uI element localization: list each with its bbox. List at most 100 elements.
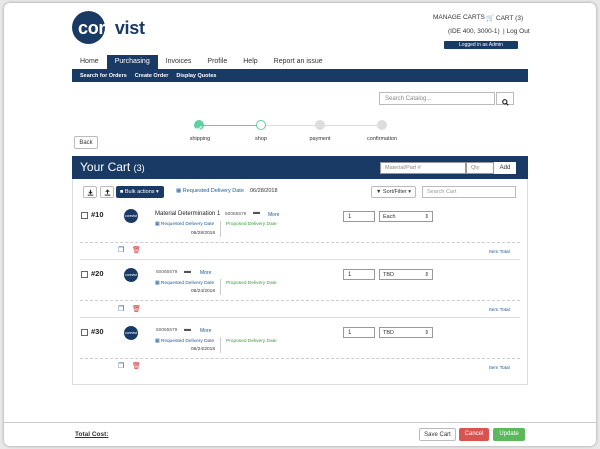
filter-icon: ▼: [375, 189, 383, 195]
back-button[interactable]: Back: [74, 136, 98, 149]
cart-icon: 🛒: [486, 15, 495, 22]
item-more-link[interactable]: More: [200, 328, 211, 334]
item-requested-date-link[interactable]: ▦ Requested Delivery Date: [155, 339, 214, 344]
user-info: (IDE 400, 3000-1): [448, 28, 500, 35]
item-more-link[interactable]: More: [268, 212, 279, 218]
item-requested-date: 06/28/2018: [191, 231, 216, 236]
item-quantity-input[interactable]: 1: [343, 269, 375, 280]
chevron-updown-icon: ⇕: [424, 272, 429, 278]
trash-icon[interactable]: 🗑: [132, 246, 141, 254]
product-image[interactable]: corevist: [124, 268, 138, 282]
calendar-icon: ▦: [176, 188, 183, 194]
download-button[interactable]: [83, 186, 97, 198]
divider: [220, 337, 221, 353]
comment-icon[interactable]: ▬: [184, 268, 191, 275]
item-more-link[interactable]: More: [200, 270, 211, 276]
subnav-create-order[interactable]: Create Order: [135, 73, 169, 79]
item-separator: [80, 259, 520, 260]
upload-button[interactable]: [100, 186, 114, 198]
corevist-logo[interactable]: corevist: [72, 11, 145, 44]
subnav-display-quotes[interactable]: Display Quotes: [176, 73, 216, 79]
item-separator: [80, 317, 520, 318]
row-divider: [80, 300, 520, 302]
bulk-actions-button[interactable]: ■ Bulk actions ▾: [116, 186, 164, 198]
trash-icon[interactable]: 🗑: [132, 362, 141, 370]
item-description[interactable]: Material Determination 1: [155, 211, 220, 217]
catalog-search-input[interactable]: Search Catalog...: [379, 92, 495, 105]
nav-home[interactable]: Home: [72, 55, 107, 69]
nav-help[interactable]: Help: [235, 55, 265, 69]
item-total-label: Item Total: [489, 308, 510, 313]
footer-divider: [4, 422, 596, 423]
cart-title-text: Your Cart: [80, 160, 131, 174]
qty-input[interactable]: Qty: [466, 162, 494, 174]
comment-icon[interactable]: ▬: [184, 326, 191, 333]
nav-profile[interactable]: Profile: [199, 55, 235, 69]
sort-filter-label: Sort/Filter ▾: [382, 189, 412, 195]
step-payment-dot: [315, 120, 325, 130]
row-divider: [80, 358, 520, 360]
item-quantity-input[interactable]: 1: [343, 211, 375, 222]
item-checkbox[interactable]: [81, 329, 88, 336]
item-quantity-input[interactable]: 1: [343, 327, 375, 338]
search-icon: [501, 99, 509, 106]
item-checkbox[interactable]: [81, 271, 88, 278]
item-uom-select[interactable]: Each ⇕: [379, 211, 433, 222]
subnav-search-orders[interactable]: Search for Orders: [80, 73, 127, 79]
copy-icon[interactable]: ❐: [118, 246, 124, 254]
cart-link[interactable]: 🛒 CART (3): [486, 14, 523, 22]
copy-icon[interactable]: ❐: [118, 305, 124, 313]
trash-icon[interactable]: 🗑: [132, 305, 141, 313]
step-label-shipping: shipping: [189, 136, 211, 142]
item-part-number: 50065579: [156, 270, 178, 275]
nav-report-issue[interactable]: Report an issue: [266, 55, 331, 69]
item-requested-date-link[interactable]: ▦ Requested Delivery Date: [155, 222, 214, 227]
logo-text: corevist: [78, 18, 145, 39]
chevron-updown-icon: ⇕: [424, 330, 429, 336]
step-label-confirmation: confirmation: [367, 136, 397, 142]
update-button[interactable]: Update: [493, 428, 525, 441]
uom-value: TBD: [383, 330, 394, 336]
item-proposed-date-label: Proposed Delivery Date: [226, 281, 277, 286]
step-label-payment: payment: [309, 136, 331, 142]
admin-badge: Logged in as Admin: [444, 41, 518, 49]
comment-icon[interactable]: ▬: [253, 209, 260, 216]
logout-link[interactable]: | Log Out: [503, 28, 530, 35]
item-checkbox[interactable]: [81, 212, 88, 219]
item-number: #20: [91, 269, 104, 278]
item-part-number: 50065579: [225, 212, 247, 217]
nav-invoices[interactable]: Invoices: [158, 55, 200, 69]
cart-count: CART (3): [495, 15, 524, 22]
copy-icon[interactable]: ❐: [118, 362, 124, 370]
logo-part-b: vist: [114, 18, 145, 38]
divider: [220, 279, 221, 295]
cart-title: Your Cart (3): [80, 160, 145, 174]
req-label: Requested Delivery Date: [160, 339, 215, 344]
step-shipping-check-icon: [194, 120, 204, 131]
nav-purchasing[interactable]: Purchasing: [106, 55, 158, 69]
divider: [220, 221, 221, 237]
logout-label: Log Out: [506, 28, 530, 35]
cart-item-count: (3): [133, 163, 145, 173]
material-part-input[interactable]: Material/Part #: [380, 162, 466, 174]
item-requested-date-link[interactable]: ▦ Requested Delivery Date: [155, 281, 214, 286]
search-cart-input[interactable]: Search Cart: [422, 186, 516, 198]
step-label-shop: shop: [255, 136, 267, 142]
add-button[interactable]: Add: [494, 162, 516, 174]
item-uom-select[interactable]: TBD ⇕: [379, 327, 433, 338]
item-part-number: 50065579: [156, 328, 178, 333]
item-uom-select[interactable]: TBD ⇕: [379, 269, 433, 280]
item-requested-date: 06/24/2018: [191, 347, 216, 352]
manage-carts-link[interactable]: MANAGE CARTS: [433, 14, 485, 21]
step-confirmation-dot: [377, 120, 387, 130]
sort-filter-button[interactable]: ▼ Sort/Filter ▾: [371, 186, 416, 198]
product-image[interactable]: corevist: [124, 326, 138, 340]
catalog-search-button[interactable]: [496, 92, 514, 106]
item-number: #30: [91, 327, 104, 336]
app-window: corevist MANAGE CARTS 🛒 CART (3) (IDE 40…: [4, 3, 596, 446]
cancel-button[interactable]: Cancel: [459, 428, 489, 441]
requested-delivery-date-header[interactable]: ▦ Requested Delivery Date: [176, 188, 244, 194]
step-shop-dot: [256, 120, 266, 130]
product-image[interactable]: corevist: [124, 209, 138, 223]
save-cart-button[interactable]: Save Cart: [419, 428, 456, 441]
